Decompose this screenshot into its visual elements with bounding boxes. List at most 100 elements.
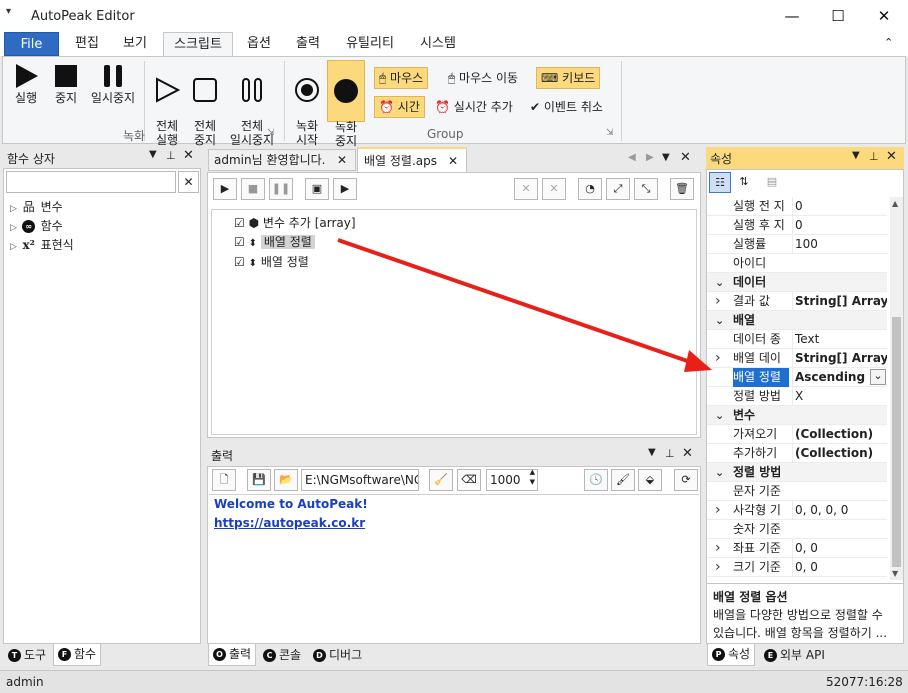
minimize-button[interactable]: — [769, 0, 815, 32]
tab-utility[interactable]: 유틸리티 [336, 32, 404, 56]
expand-icon[interactable]: ▷ [10, 223, 17, 233]
expand-property-icon[interactable]: › [715, 558, 721, 577]
record-start-button[interactable]: 녹화 시작 [289, 63, 325, 147]
mouse-toggle[interactable]: 🖱 마우스 [374, 67, 429, 89]
property-value[interactable]: 0, 0 [792, 558, 887, 577]
scroll-down-icon[interactable]: ▼ [892, 569, 898, 578]
tab-view[interactable]: 보기 [112, 32, 158, 56]
node-variable-add[interactable]: ☑ ⬢ 변수 추가 [array] [234, 214, 356, 232]
tab-edit[interactable]: 편집 [64, 32, 110, 56]
pin-icon[interactable]: ⊥ [665, 447, 675, 460]
tree-item-function[interactable]: ▷ ∞ 함수 [10, 217, 190, 236]
step-button[interactable]: ▣ [305, 178, 329, 200]
property-value[interactable]: Text [792, 330, 887, 349]
collapse-category-icon[interactable]: ⌄ [715, 406, 724, 425]
tab-options[interactable]: 옵션 [236, 32, 282, 56]
property-value[interactable]: String[] Array [792, 349, 887, 368]
close-editor-icon[interactable]: ✕ [680, 150, 691, 165]
delete-x2-button[interactable]: ✕ [542, 178, 566, 200]
categorized-icon[interactable]: ☷ [709, 172, 731, 193]
property-row[interactable]: 문자 기준 [707, 482, 887, 501]
open-folder-button[interactable]: 📂 [274, 469, 298, 491]
function-search-input[interactable] [6, 171, 176, 193]
property-row[interactable]: 실행 후 지 0 [707, 216, 887, 235]
tab-console[interactable]: C 콘솔 [259, 645, 305, 667]
scroll-left-icon[interactable]: ◀ [628, 152, 636, 163]
stepper-arrows-icon[interactable]: ▲ ▼ [530, 467, 535, 487]
close-tab-icon[interactable]: ✕ [337, 150, 347, 170]
property-pages-icon[interactable]: ▤ [761, 172, 783, 193]
property-category[interactable]: ⌄ 데이터 [707, 273, 887, 292]
checkbox-icon[interactable]: ☑ [234, 235, 245, 249]
property-row[interactable]: › 크기 기준 0, 0 [707, 558, 887, 577]
keyboard-toggle[interactable]: ⌨ 키보드 [536, 67, 601, 89]
collapse-ribbon-icon[interactable]: ⌃ [884, 36, 893, 49]
timestamp-button[interactable]: 🕓 [584, 469, 608, 491]
property-row[interactable]: › 좌표 기준 0, 0 [707, 539, 887, 558]
property-row[interactable]: 정렬 방법 X [707, 387, 887, 406]
property-value[interactable]: 0, 0, 0, 0 [792, 501, 887, 520]
eraser-button[interactable]: ⌫ [457, 469, 481, 491]
property-value[interactable]: 100 [792, 235, 887, 254]
scrollbar-thumb[interactable] [892, 317, 901, 567]
record-stop-button[interactable]: 녹화 중지 [327, 60, 365, 148]
collapse-all-button[interactable]: ⤡ [634, 178, 658, 200]
scroll-up-icon[interactable]: ▲ [892, 199, 898, 208]
pin-icon[interactable]: ⊥ [869, 150, 879, 163]
expand-property-icon[interactable]: › [715, 501, 721, 520]
quick-access-icon[interactable]: ▾ [6, 6, 11, 17]
collapse-category-icon[interactable]: ⌄ [715, 463, 724, 482]
close-panel-icon[interactable]: ✕ [682, 446, 693, 461]
close-tab-icon[interactable]: ✕ [448, 149, 458, 173]
stop-all-button[interactable]: 전체 중지 [187, 63, 223, 147]
clean-button[interactable]: 🧹 [429, 469, 453, 491]
brush-button[interactable]: 🖌 [611, 469, 635, 491]
fill-button[interactable]: ⬙ [638, 469, 662, 491]
save-log-button[interactable]: 💾 [247, 469, 271, 491]
tab-properties[interactable]: P 속성 [707, 644, 756, 666]
dropdown-icon[interactable]: ▼ [852, 150, 860, 161]
property-row[interactable]: 실행 전 지 0 [707, 197, 887, 216]
dropdown-icon[interactable]: ⌄ [870, 369, 886, 385]
tab-functions[interactable]: F 함수 [53, 644, 102, 666]
tab-external-api[interactable]: E 외부 API [760, 645, 829, 667]
expand-icon[interactable]: ▷ [10, 204, 17, 214]
refresh-button[interactable]: ⟳ [674, 469, 698, 491]
scroll-right-icon[interactable]: ▶ [646, 152, 654, 163]
property-row[interactable]: › 결과 값 String[] Array [707, 292, 887, 311]
property-row[interactable]: › 배열 데이 String[] Array [707, 349, 887, 368]
maximize-button[interactable]: ☐ [815, 0, 861, 32]
cancel-event-toggle[interactable]: ✔ 이벤트 취소 [525, 96, 608, 118]
expand-property-icon[interactable]: › [715, 349, 721, 368]
property-row[interactable]: › 사각형 기 0, 0, 0, 0 [707, 501, 887, 520]
property-value[interactable]: 0, 0 [792, 539, 887, 558]
line-limit-stepper[interactable]: 1000 ▲ ▼ [486, 467, 538, 491]
property-row[interactable]: 가져오기 (Collection) [707, 425, 887, 444]
checkbox-icon[interactable]: ☑ [234, 216, 245, 230]
stop-script-button[interactable]: ■ [241, 178, 265, 200]
run-to-button[interactable]: ▶ [333, 178, 357, 200]
time-toggle[interactable]: ⏰ 시간 [374, 96, 425, 118]
property-category[interactable]: ⌄ 배열 [707, 311, 887, 330]
property-value[interactable]: (Collection) [792, 444, 887, 463]
log-path-input[interactable]: E:\NGMsoftware\NG [301, 469, 419, 491]
property-value[interactable]: (Collection) [792, 425, 887, 444]
collapse-category-icon[interactable]: ⌄ [715, 311, 724, 330]
tab-tools[interactable]: T 도구 [4, 645, 50, 667]
dropdown-icon[interactable]: ▼ [149, 149, 157, 160]
expand-property-icon[interactable]: › [715, 292, 721, 311]
property-row[interactable]: 배열 정렬 Ascending ⌄ [707, 368, 887, 387]
property-value[interactable]: String[] Array [792, 292, 887, 311]
property-row[interactable]: 아이디 [707, 254, 887, 273]
node-array-sort[interactable]: ☑ ⬍ 배열 정렬 [234, 253, 309, 271]
pause-script-button[interactable]: ❚❚ [269, 178, 293, 200]
tab-output[interactable]: 출력 [285, 32, 331, 56]
tab-script[interactable]: 스크립트 [163, 32, 233, 57]
checkbox-icon[interactable]: ☑ [234, 255, 245, 269]
group-launcher-icon[interactable]: ⇲ [606, 128, 614, 138]
expand-icon[interactable]: ▷ [10, 242, 17, 252]
tree-item-variable[interactable]: ▷ 品 변수 [10, 198, 190, 217]
property-row[interactable]: 추가하기 (Collection) [707, 444, 887, 463]
group-launcher-icon[interactable]: ⇲ [267, 128, 275, 138]
run-script-button[interactable]: ▶ [213, 178, 237, 200]
